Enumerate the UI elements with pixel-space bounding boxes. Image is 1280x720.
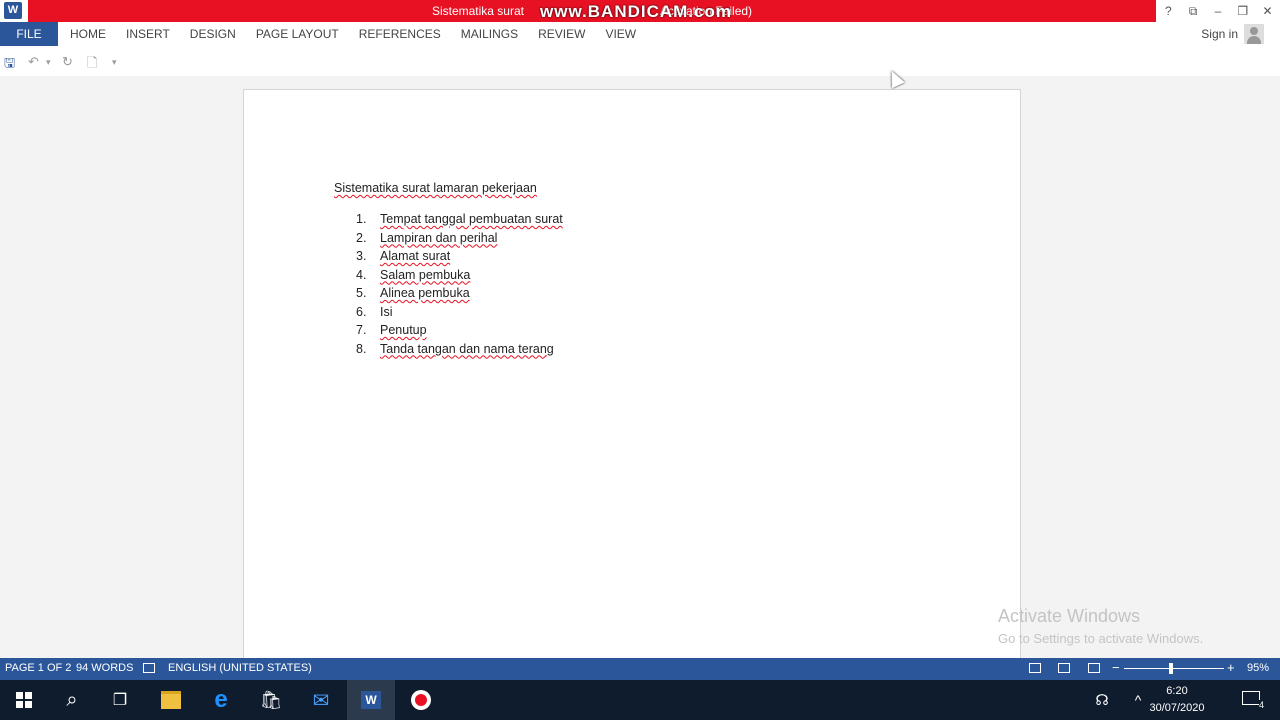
zoom-slider[interactable] [1124,668,1224,669]
activate-windows-heading: Activate Windows [998,606,1141,626]
edge-icon[interactable]: e [197,680,245,720]
task-view-icon[interactable]: ❐ [96,680,144,720]
sign-in-area[interactable]: Sign in [1201,22,1264,46]
tab-mailings[interactable]: MAILINGS [451,22,528,46]
list-item[interactable]: 2. Lampiran dan perihal [356,229,563,248]
list-item[interactable]: 5. Alinea pembuka [356,284,563,303]
list-text: Penutup [380,323,427,337]
document-title[interactable]: Sistematika surat lamaran pekerjaan [334,181,537,195]
list-number: 3. [356,249,367,263]
proofing-icon[interactable] [143,663,155,673]
avatar[interactable] [1244,24,1264,44]
document-title-text: Sistematika surat lamaran pekerjaan [334,181,537,195]
list-number: 5. [356,286,367,300]
activate-windows-subtext: Go to Settings to activate Windows. [998,631,1204,646]
page-count[interactable]: PAGE 1 OF 2 [5,662,71,674]
list-text: Isi [380,304,393,319]
list-number: 8. [356,341,367,356]
word-icon: W [361,691,381,709]
undo-icon[interactable]: ↶ [28,54,39,70]
start-button[interactable] [0,680,48,720]
notification-count: 4 [1258,700,1264,710]
language-indicator[interactable]: ENGLISH (UNITED STATES) [168,662,312,674]
ribbon-tabs-bar: FILE HOME INSERT DESIGN PAGE LAYOUT REFE… [0,22,1280,46]
tab-design[interactable]: DESIGN [180,22,246,46]
undo-dropdown-icon[interactable]: ▾ [46,57,51,68]
zoom-in-button[interactable]: + [1227,660,1235,675]
customize-qat-icon[interactable]: ▾ [112,57,117,68]
tab-review[interactable]: REVIEW [528,22,595,46]
minimize-icon[interactable]: – [1208,4,1228,18]
folder-icon [161,691,181,709]
help-icon[interactable]: ? [1158,4,1178,18]
ribbon-tabs: HOME INSERT DESIGN PAGE LAYOUT REFERENCE… [60,22,646,46]
word-app-icon[interactable]: W [4,2,22,19]
recording-watermark: www.BANDICAM.com [540,2,732,21]
title-bar: W Sistematika surat Activation Failed) w… [0,0,1280,22]
ribbon-display-options-icon[interactable]: ⧉ [1183,4,1203,19]
status-bar: PAGE 1 OF 2 94 WORDS ENGLISH (UNITED STA… [0,658,1280,680]
redo-icon[interactable]: ↻ [62,54,73,70]
restore-icon[interactable]: ❐ [1233,4,1253,18]
list-text: Tanda tangan dan nama terang [380,341,554,356]
window-controls: ? ⧉ – ❐ ✕ [1156,0,1280,22]
mail-icon[interactable]: ✉ [297,680,345,720]
sign-in-link[interactable]: Sign in [1201,27,1238,41]
document-page[interactable] [243,89,1021,691]
list-item[interactable]: 1. Tempat tanggal pembuatan surat [356,210,563,229]
system-clock[interactable]: 6:20 30/07/2020 [1132,683,1222,717]
list-item[interactable]: 7. Penutup [356,321,563,340]
list-number: 7. [356,323,367,337]
clock-time: 6:20 [1166,685,1188,697]
tab-page-layout[interactable]: PAGE LAYOUT [246,22,349,46]
print-layout-icon[interactable] [1058,663,1070,673]
list-number: 1. [356,212,367,226]
zoom-level[interactable]: 95% [1247,662,1269,674]
list-text: Alamat surat [380,249,451,263]
tab-file[interactable]: FILE [0,22,58,46]
zoom-slider-thumb[interactable] [1169,663,1173,674]
store-icon[interactable]: 🛍 [247,680,295,720]
windows-taskbar: ⌕ ❐ e 🛍 ✉ W ☊ ^ 6:20 30/07/2020 4 [0,680,1280,720]
list-number: 2. [356,230,367,245]
list-text: Salam pembuka [380,267,471,282]
list-item[interactable]: 6. Isi [356,303,563,322]
clock-date: 30/07/2020 [1149,702,1205,714]
list-text: Alinea pembuka [380,286,470,300]
document-list: 1. Tempat tanggal pembuatan surat 2. Lampi… [356,210,563,358]
list-number: 4. [356,267,367,282]
tab-view[interactable]: VIEW [595,22,646,46]
tab-insert[interactable]: INSERT [116,22,180,46]
list-text: Tempat tanggal pembuatan surat [380,212,563,226]
word-count[interactable]: 94 WORDS [76,662,133,674]
read-mode-icon[interactable] [1029,663,1041,673]
quick-access-toolbar: 🖫 ↶ ▾ ↻ 🗋 ▾ [0,46,1280,76]
windows-logo-icon [16,692,32,708]
list-item[interactable]: 8. Tanda tangan dan nama terang [356,340,563,359]
list-number: 6. [356,304,367,319]
bandicam-taskbar-button[interactable] [397,680,445,720]
notification-center-icon[interactable]: 4 [1242,691,1264,710]
tab-references[interactable]: REFERENCES [349,22,451,46]
window-title-text: Sistematika surat [431,4,524,18]
list-item[interactable]: 4. Salam pembuka [356,266,563,285]
search-icon[interactable]: ⌕ [48,680,96,720]
new-document-icon[interactable]: 🗋 [87,54,97,76]
list-text: Lampiran dan perihal [380,230,498,245]
tab-home[interactable]: HOME [60,22,116,46]
web-layout-icon[interactable] [1088,663,1100,673]
list-item[interactable]: 3. Alamat surat [356,247,563,266]
file-explorer-icon[interactable] [147,680,195,720]
save-icon[interactable]: 🖫 [4,54,15,76]
record-icon [411,690,431,710]
word-taskbar-button[interactable]: W [347,680,395,720]
zoom-out-button[interactable]: − [1112,660,1120,675]
close-icon[interactable]: ✕ [1258,4,1278,18]
